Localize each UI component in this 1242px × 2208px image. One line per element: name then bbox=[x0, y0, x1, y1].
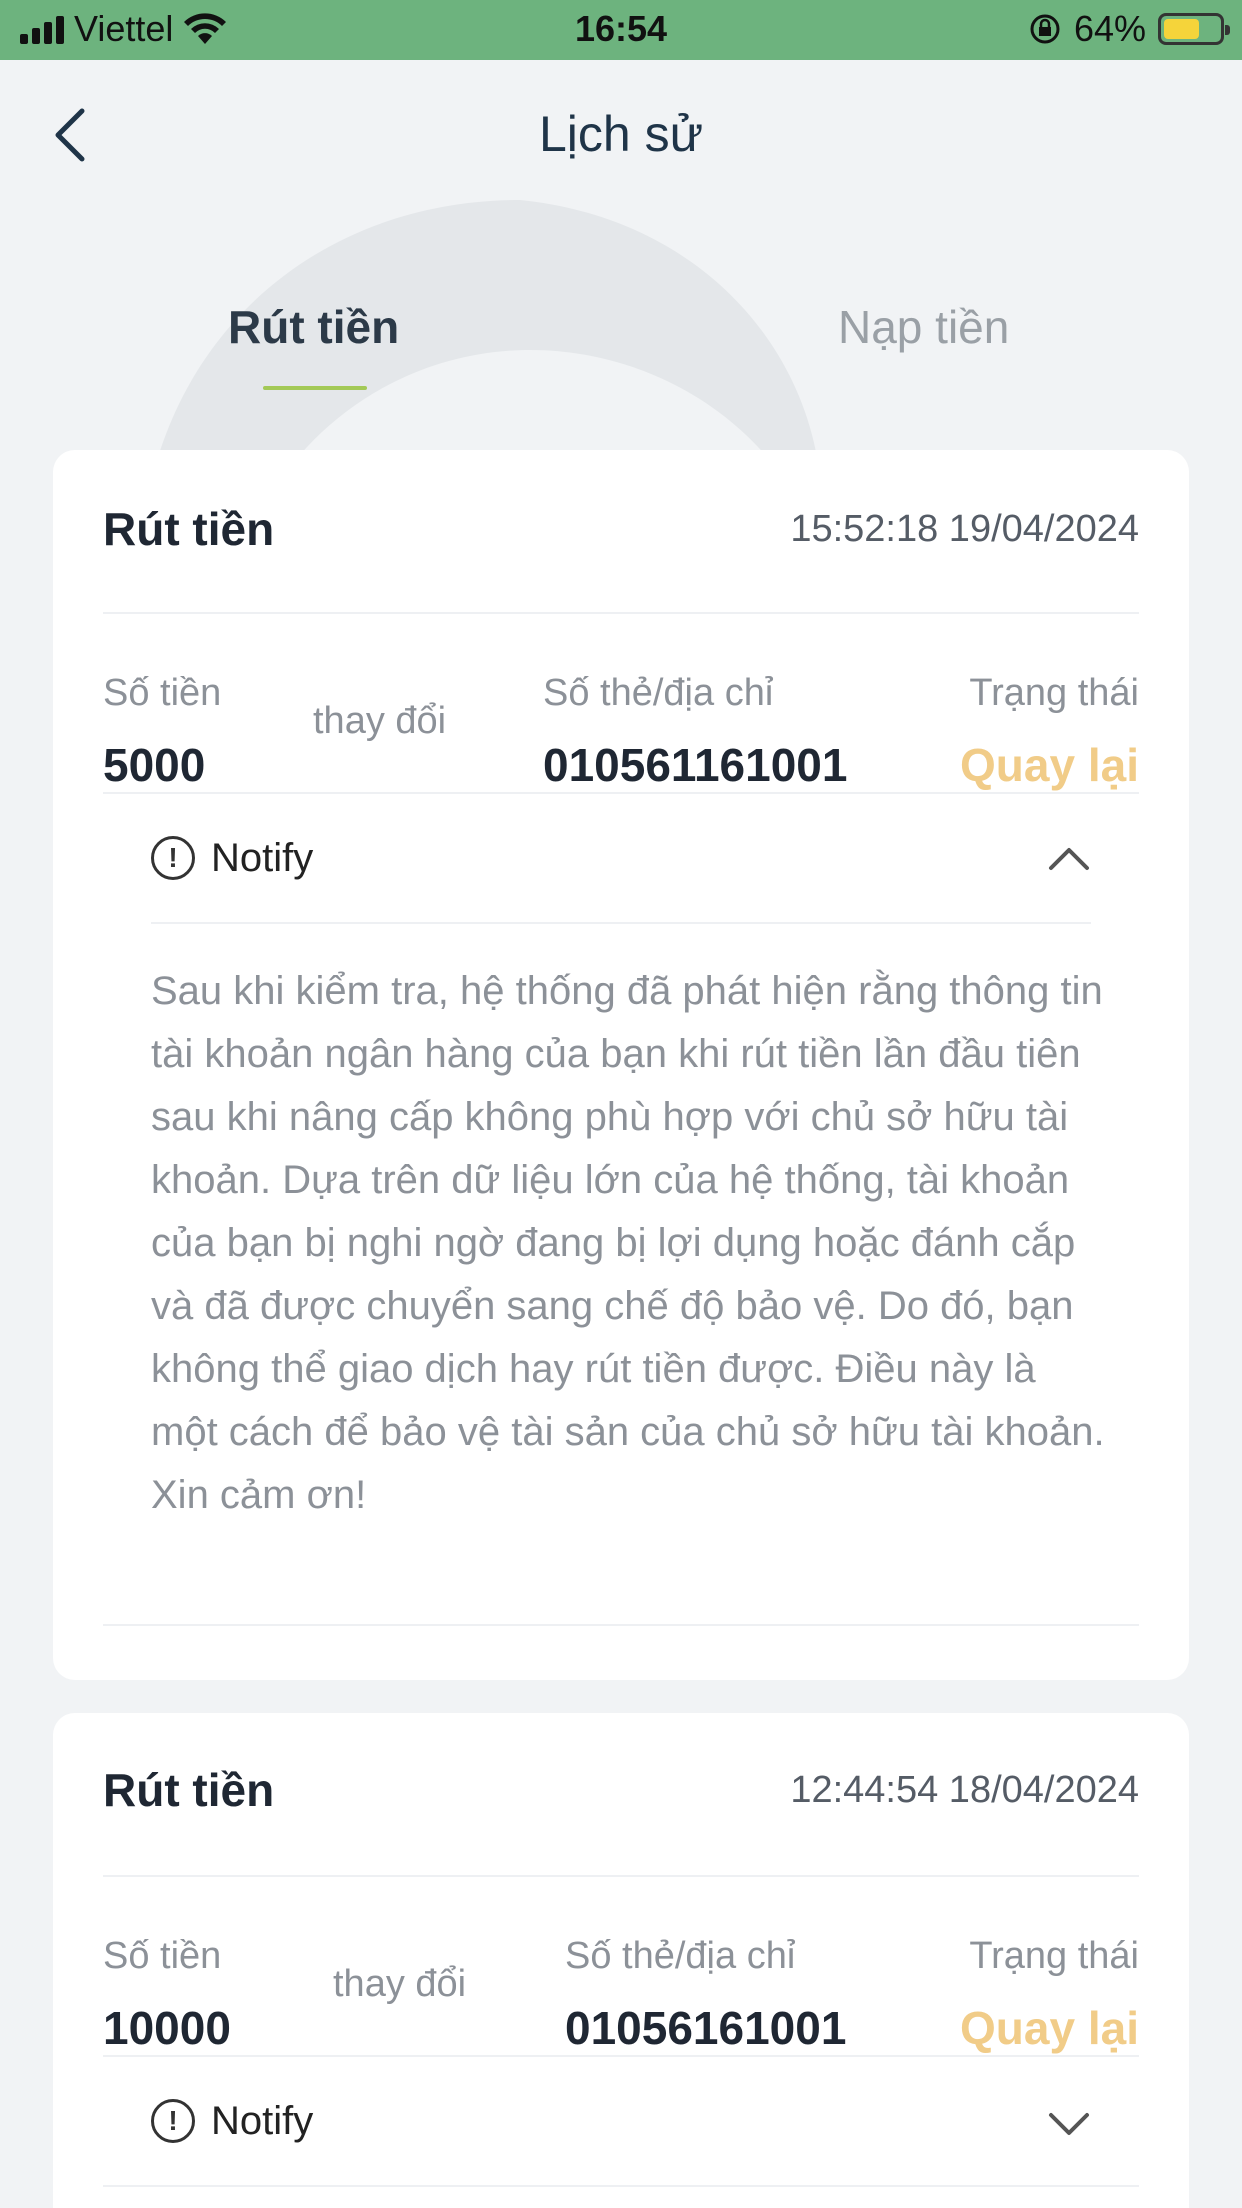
transaction-card: Rút tiền 12:44:54 18/04/2024 Số tiền 100… bbox=[53, 1713, 1189, 2208]
status-value: Quay lại bbox=[960, 2002, 1139, 2054]
amount-value: 5000 bbox=[103, 739, 206, 791]
card-number: 010561161001 bbox=[543, 739, 848, 791]
card-number: 01056161001 bbox=[565, 2002, 847, 2054]
status-label: Trạng thái bbox=[969, 672, 1139, 714]
notify-label: Notify bbox=[211, 835, 314, 880]
divider bbox=[103, 2055, 1139, 2057]
change-label: thay đổi bbox=[333, 1963, 467, 2005]
notify-label: Notify bbox=[211, 2098, 314, 2143]
header: Lịch sử bbox=[0, 60, 1242, 210]
divider bbox=[103, 1875, 1139, 1877]
divider bbox=[151, 922, 1091, 924]
alert-circle-icon: ! bbox=[151, 836, 195, 880]
divider bbox=[103, 1624, 1139, 1626]
page-title: Lịch sử bbox=[538, 106, 704, 162]
card-label: Số thẻ/địa chỉ bbox=[565, 1935, 796, 1977]
notify-toggle[interactable]: ! Notify bbox=[151, 818, 1091, 898]
chevron-up-icon[interactable] bbox=[1047, 838, 1091, 882]
chevron-down-icon[interactable] bbox=[1047, 2101, 1091, 2145]
transaction-title: Rút tiền bbox=[103, 503, 275, 555]
tab-deposit[interactable]: Nạp tiền bbox=[838, 300, 1009, 354]
tab-bar: Rút tiền Nạp tiền bbox=[0, 300, 1242, 400]
change-label: thay đổi bbox=[313, 700, 447, 742]
divider bbox=[103, 792, 1139, 794]
transaction-timestamp: 15:52:18 19/04/2024 bbox=[790, 508, 1139, 550]
status-right: 64% bbox=[1028, 8, 1230, 50]
amount-label: Số tiền bbox=[103, 1935, 222, 1977]
divider bbox=[103, 2185, 1139, 2187]
amount-value: 10000 bbox=[103, 2002, 231, 2054]
active-tab-indicator bbox=[263, 386, 367, 390]
notify-message: Sau khi kiểm tra, hệ thống đã phát hiện … bbox=[151, 969, 1105, 1517]
card-label: Số thẻ/địa chỉ bbox=[543, 672, 774, 714]
status-bar: Viettel 16:54 64% bbox=[0, 0, 1242, 60]
battery-icon bbox=[1158, 13, 1230, 45]
status-value: Quay lại bbox=[960, 739, 1139, 791]
battery-percent: 64% bbox=[1073, 8, 1146, 49]
transaction-timestamp: 12:44:54 18/04/2024 bbox=[790, 1769, 1139, 1811]
status-label: Trạng thái bbox=[969, 1935, 1139, 1977]
transaction-title: Rút tiền bbox=[103, 1764, 275, 1816]
alert-circle-icon: ! bbox=[151, 2099, 195, 2143]
notify-toggle[interactable]: ! Notify bbox=[151, 2081, 1091, 2161]
amount-label: Số tiền bbox=[103, 672, 222, 714]
tab-withdraw[interactable]: Rút tiền bbox=[228, 300, 399, 354]
battery-fill bbox=[1164, 19, 1199, 39]
divider bbox=[103, 612, 1139, 614]
transaction-card: Rút tiền 15:52:18 19/04/2024 Số tiền 500… bbox=[53, 450, 1189, 1680]
rotation-lock-icon bbox=[1030, 14, 1060, 44]
